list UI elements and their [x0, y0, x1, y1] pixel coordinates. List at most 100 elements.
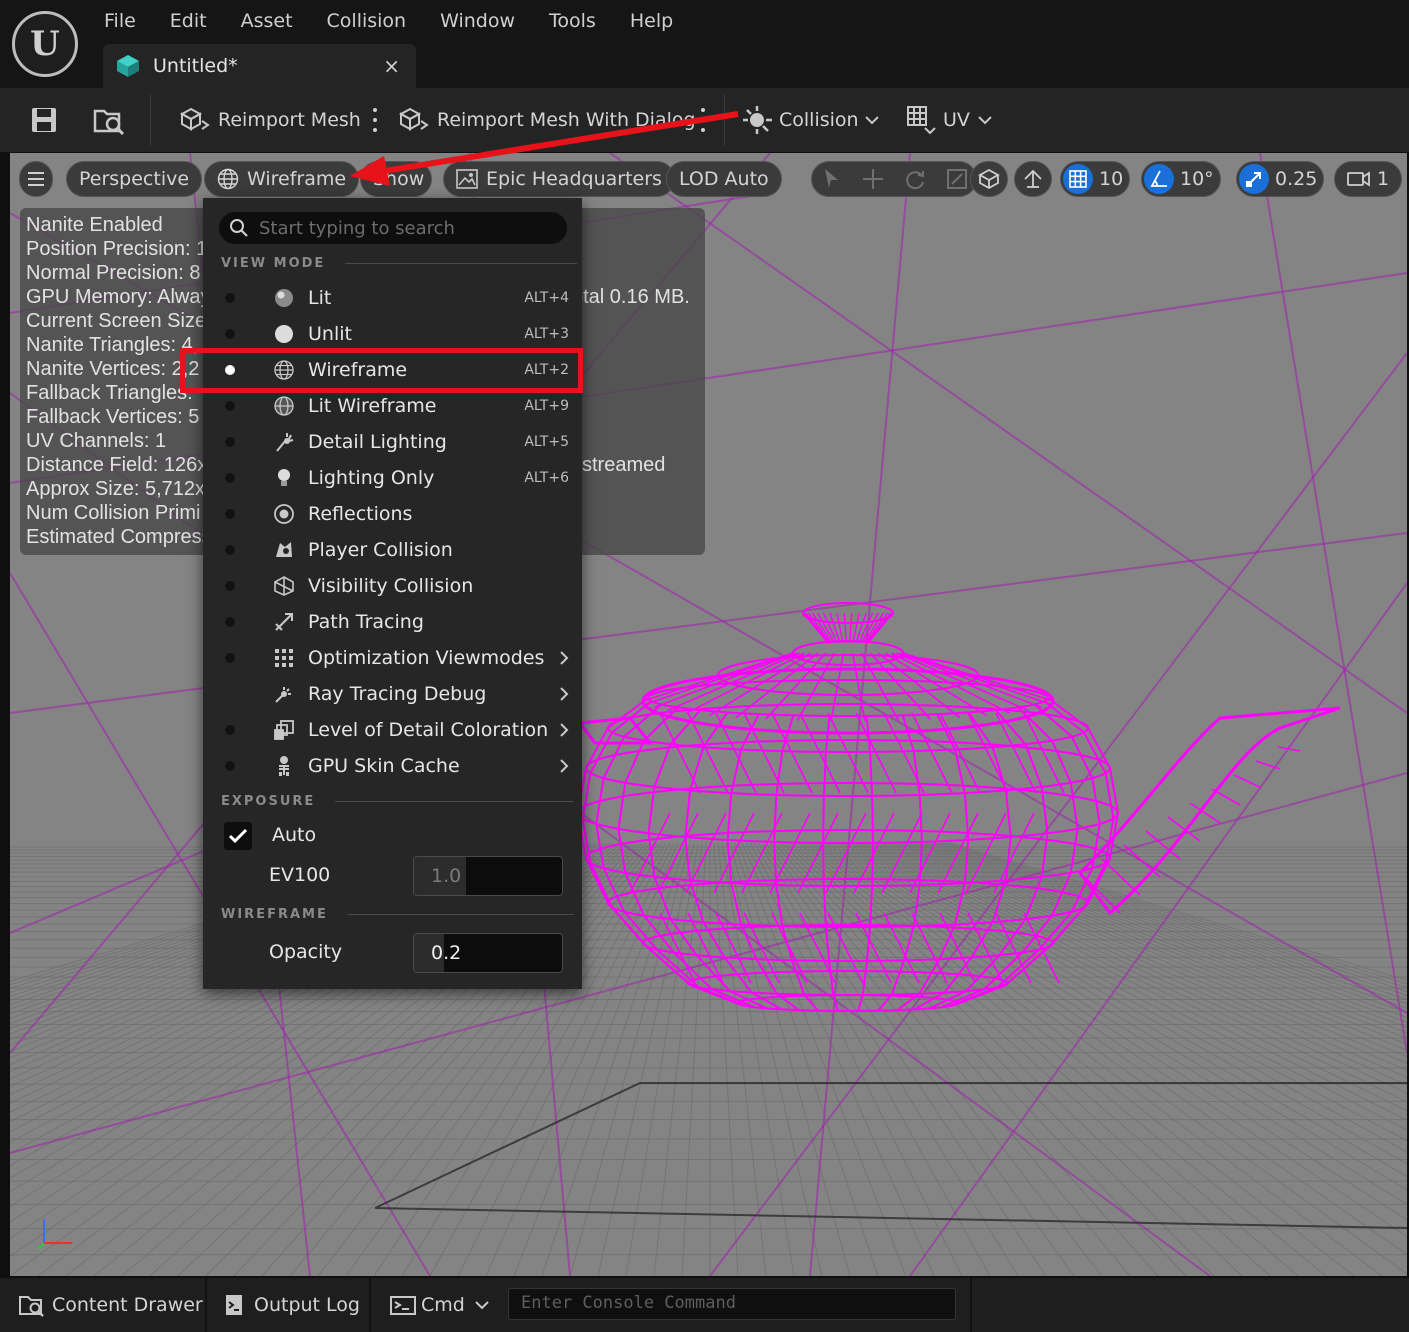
unreal-logo-icon[interactable]: U — [12, 11, 78, 77]
menu-window[interactable]: Window — [424, 0, 533, 44]
scale-icon[interactable] — [946, 168, 968, 190]
view-mode-item-level-of-detail-coloration[interactable]: Level of Detail Coloration — [203, 712, 582, 748]
menu-file[interactable]: File — [88, 0, 154, 44]
camera-speed-button[interactable]: 1 — [1334, 161, 1403, 197]
stat-line: Estimated Compress — [26, 526, 212, 548]
menu-help[interactable]: Help — [614, 0, 691, 44]
view-mode-item-visibility-collision[interactable]: Visibility Collision — [203, 568, 582, 604]
stat-line: GPU Memory: Alway — [26, 286, 211, 308]
collision-dropdown[interactable]: Collision — [742, 88, 881, 152]
document-tab[interactable]: Untitled* × — [103, 44, 416, 88]
chevron-right-icon — [560, 759, 569, 773]
detail-lighting-icon — [276, 433, 294, 452]
view-mode-item-lighting-only[interactable]: Lighting Only ALT+6 — [203, 460, 582, 496]
skeleton-icon — [279, 756, 289, 776]
select-arrow-icon[interactable] — [820, 167, 842, 191]
reimport-mesh-label: Reimport Mesh — [218, 109, 361, 131]
view-mode-item-lit-wireframe[interactable]: Lit Wireframe ALT+9 — [203, 388, 582, 424]
asset-toolbar: Reimport Mesh Reimport Mesh With Dialog … — [0, 88, 1409, 152]
view-mode-item-unlit[interactable]: Unlit ALT+3 — [203, 316, 582, 352]
rotation-snap-value: 10° — [1180, 168, 1214, 190]
view-mode-label: Level of Detail Coloration — [308, 719, 549, 741]
menu-tools[interactable]: Tools — [533, 0, 614, 44]
ev100-label: EV100 — [269, 864, 331, 886]
radio-dot-icon — [225, 401, 235, 411]
content-drawer-button[interactable]: Content Drawer — [18, 1278, 203, 1332]
reimport-mesh-button[interactable]: Reimport Mesh — [180, 88, 361, 152]
rotation-snap-toggle[interactable]: 10° — [1141, 161, 1221, 197]
scale-snap-value: 0.25 — [1275, 168, 1318, 190]
reimport-mesh-dialog-label: Reimport Mesh With Dialog — [437, 109, 696, 131]
status-separator — [205, 1278, 207, 1332]
view-mode-item-gpu-skin-cache[interactable]: GPU Skin Cache — [203, 748, 582, 784]
menu-edit[interactable]: Edit — [154, 0, 225, 44]
show-button[interactable]: Show — [360, 161, 432, 197]
view-mode-label: Unlit — [308, 323, 352, 345]
output-log-button[interactable]: Output Log — [224, 1278, 360, 1332]
view-mode-item-reflections[interactable]: Reflections — [203, 496, 582, 532]
view-mode-label: Lit — [308, 287, 332, 309]
reimport-mesh-dialog-button[interactable]: Reimport Mesh With Dialog — [399, 88, 696, 152]
shortcut-label: ALT+5 — [524, 434, 569, 450]
view-mode-item-detail-lighting[interactable]: Detail Lighting ALT+5 — [203, 424, 582, 460]
view-mode-header-label: VIEW MODE — [221, 256, 326, 271]
auto-exposure-checkbox[interactable] — [224, 822, 252, 850]
view-mode-item-lit[interactable]: Lit ALT+4 — [203, 280, 582, 316]
image-icon — [456, 169, 478, 189]
shortcut-label: ALT+4 — [524, 290, 569, 306]
preview-scene-button[interactable]: Epic Headquarters — [443, 161, 675, 197]
browse-folder-icon — [93, 109, 125, 135]
scale-snap-toggle[interactable]: 0.25 — [1236, 161, 1325, 197]
ev100-value: 1.0 — [431, 865, 462, 887]
view-mode-label: Wireframe — [247, 168, 347, 190]
status-bar: Content Drawer Output Log Cmd Enter Cons… — [0, 1278, 1409, 1332]
show-label: Show — [373, 168, 425, 190]
browse-asset-button[interactable] — [92, 88, 126, 152]
view-mode-item-ray-tracing-debug[interactable]: Ray Tracing Debug — [203, 676, 582, 712]
view-mode-item-path-tracing[interactable]: Path Tracing — [203, 604, 582, 640]
menu-collision[interactable]: Collision — [311, 0, 425, 44]
search-input[interactable]: Start typing to search — [219, 212, 567, 244]
cmd-dropdown[interactable]: Cmd — [390, 1278, 491, 1332]
menu-asset[interactable]: Asset — [225, 0, 311, 44]
player-collision-icon — [276, 542, 292, 557]
rotate-icon[interactable] — [904, 168, 926, 190]
surface-snap-button[interactable] — [1014, 161, 1052, 197]
stat-line: Distance Field: 126x — [26, 454, 208, 476]
lod-label: LOD Auto — [679, 168, 769, 190]
viewport-options-button[interactable] — [19, 161, 53, 197]
view-mode-menu: Start typing to search VIEW MODE Lit ALT+… — [203, 198, 582, 989]
save-button[interactable] — [30, 88, 58, 152]
chevron-right-icon — [560, 723, 569, 737]
lightbulb-icon — [278, 469, 290, 486]
stats-streamed-text: streamed — [582, 454, 666, 476]
view-mode-label: Visibility Collision — [308, 575, 474, 597]
scale-snap-icon — [1239, 164, 1269, 194]
view-mode-item-optimization-viewmodes[interactable]: Optimization Viewmodes — [203, 640, 582, 676]
radio-dot-icon — [225, 293, 235, 303]
opacity-input[interactable]: 0.2 — [413, 933, 563, 973]
exposure-section-header: EXPOSURE — [221, 794, 574, 809]
perspective-button[interactable]: Perspective — [66, 161, 203, 197]
view-mode-button[interactable]: Wireframe — [204, 161, 360, 197]
content-drawer-label: Content Drawer — [52, 1294, 203, 1316]
world-local-button[interactable] — [970, 161, 1008, 197]
uv-dropdown[interactable]: UV — [905, 88, 994, 152]
reimport-dialog-options-icon[interactable] — [701, 108, 705, 132]
unlit-sphere-icon — [275, 325, 293, 343]
radio-dot-icon — [225, 581, 235, 591]
radio-dot-icon — [225, 545, 235, 555]
lod-button[interactable]: LOD Auto — [666, 161, 782, 197]
view-mode-item-player-collision[interactable]: Player Collision — [203, 532, 582, 568]
stat-line: Fallback Vertices: 5 — [26, 406, 200, 428]
grid-snap-toggle[interactable]: 10 — [1060, 161, 1131, 197]
view-mode-label: Lit Wireframe — [308, 395, 437, 417]
console-command-input[interactable]: Enter Console Command — [508, 1288, 956, 1320]
ev100-input[interactable]: 1.0 — [413, 856, 563, 896]
reimport-options-icon[interactable] — [373, 108, 377, 132]
close-tab-icon[interactable]: × — [383, 54, 400, 78]
translate-icon[interactable] — [862, 168, 884, 190]
wireframe-sphere-icon — [217, 168, 239, 190]
radio-dot-icon — [225, 437, 235, 447]
output-log-icon — [226, 1295, 242, 1315]
